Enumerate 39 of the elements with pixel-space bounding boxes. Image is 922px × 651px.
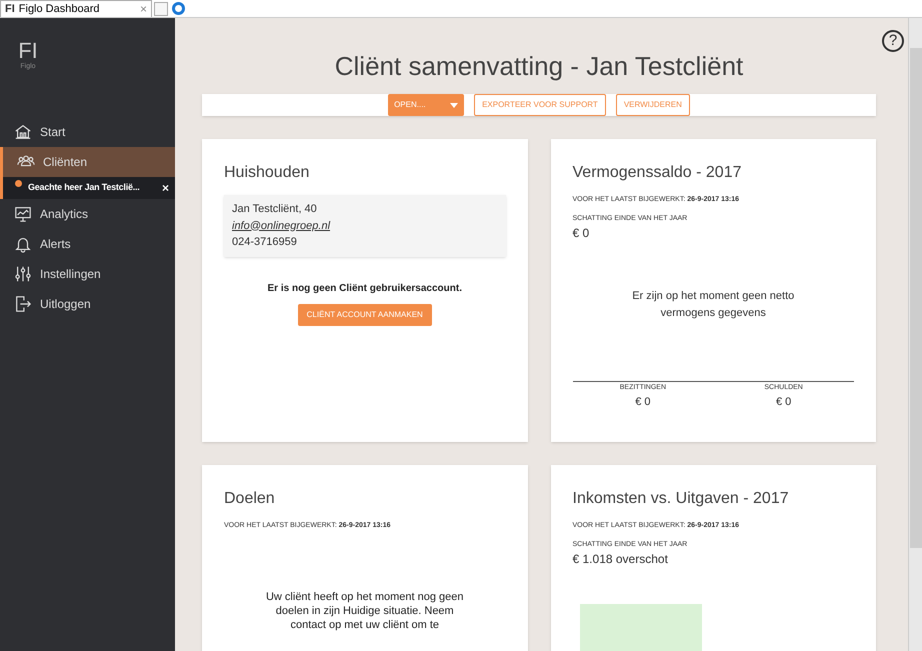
close-icon[interactable]: × — [140, 0, 147, 18]
help-button[interactable]: ? — [882, 30, 904, 52]
new-tab-icon[interactable] — [154, 2, 168, 16]
empty-message: Uw cliënt heeft op het moment nog geen doelen in zijn Huidige situatie. Neem contact op met uw cliënt om te — [264, 590, 464, 632]
browser-icon[interactable] — [172, 2, 185, 15]
client-name: Jan Testcliënt, 40 — [232, 202, 318, 217]
account-notice: Er is nog geen Cliënt gebruikersaccount. — [266, 282, 463, 296]
house-icon — [14, 122, 32, 140]
sidebar-item[interactable]: Start — [0, 116, 175, 146]
caret-icon — [450, 102, 458, 108]
sidebar-item[interactable]: Uitloggen — [0, 288, 175, 318]
sidebar-item[interactable]: Alerts — [0, 228, 175, 258]
browser-tab[interactable]: FI Figlo Dashboard × — [0, 0, 152, 17]
empty-message: Er zijn op het moment geen netto vermogens gegevens — [631, 289, 796, 320]
sidebar-item[interactable]: Analytics — [0, 198, 175, 228]
sliders-icon — [14, 264, 32, 282]
logo-text: FI — [18, 40, 38, 62]
tab-title: Figlo Dashboard — [18, 2, 100, 17]
page-title: Cliënt samenvatting - Jan Testcliënt — [334, 50, 744, 82]
tab-logo: FI — [5, 2, 15, 17]
scrollbar-thumb[interactable] — [910, 48, 922, 548]
card-title: Inkomsten vs. Uitgaven - 2017 — [572, 489, 790, 509]
estimate-value: € 0 — [572, 225, 590, 242]
close-icon[interactable]: × — [162, 178, 169, 196]
sidebar-item[interactable]: Instellingen — [0, 258, 175, 288]
phone-number: 024-3716959 — [232, 235, 298, 250]
client-tab-label: Geachte heer Jan Testcliё... — [28, 180, 141, 194]
column-value: € 0 — [776, 394, 792, 410]
email-link[interactable]: info@onlinegroep.nl — [232, 218, 498, 234]
card-title: Huishouden — [224, 163, 310, 183]
sidebar-item[interactable]: Cliënten — [0, 146, 175, 176]
card-title: Doelen — [224, 489, 276, 509]
column-value: € 0 — [635, 394, 651, 410]
card-title: Vermogenssaldo - 2017 — [572, 163, 742, 183]
chart-board-icon — [14, 204, 32, 222]
client-tab[interactable]: Geachte heer Jan Testcliё... × — [0, 176, 175, 198]
dropdown-label: OPEN.... — [394, 99, 426, 111]
logout-icon — [14, 294, 32, 312]
estimate-value: € 1.018 overschot — [572, 551, 669, 568]
